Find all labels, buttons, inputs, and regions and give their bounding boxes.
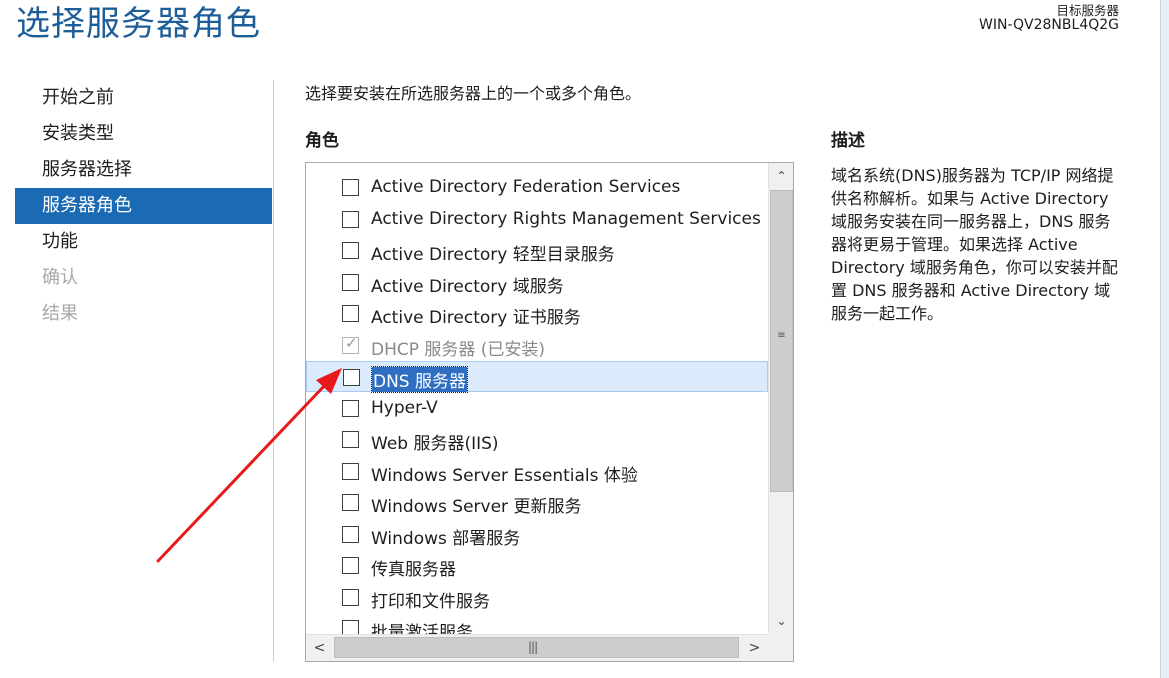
role-label: DNS 服务器 [370, 366, 469, 393]
role-row[interactable]: Active Directory 域服务 [306, 267, 768, 298]
scroll-up-button[interactable]: ⌃ [769, 163, 793, 189]
nav-item-results: 结果 [42, 303, 78, 324]
roles-list-viewport: Active Directory Federation Services Acti… [306, 163, 768, 634]
role-checkbox[interactable] [342, 305, 359, 322]
scroll-down-button[interactable]: ⌄ [769, 608, 793, 634]
role-row: ✓ DHCP 服务器 (已安装) [306, 330, 768, 361]
role-row[interactable]: DNS 服务器 [306, 361, 768, 393]
role-label: Web 服务器(IIS) [371, 434, 499, 454]
role-row[interactable]: Active Directory Federation Services [306, 172, 768, 203]
role-checkbox[interactable] [342, 273, 359, 291]
window-edge [1160, 0, 1169, 678]
role-checkbox[interactable] [342, 179, 359, 196]
nav-item-confirmation: 确认 [42, 267, 78, 288]
role-checkbox[interactable] [342, 210, 359, 228]
role-label: Windows Server 更新服务 [371, 497, 582, 517]
role-label: 打印和文件服务 [371, 591, 490, 612]
role-checkbox[interactable] [342, 494, 359, 511]
role-label: Active Directory Rights Management Servi… [371, 208, 761, 229]
role-label: Active Directory Federation Services [371, 177, 681, 197]
nav-item-before-you-begin[interactable]: 开始之前 [15, 80, 272, 116]
role-label: DHCP 服务器 (已安装) [371, 339, 546, 360]
grip-icon: ≡ [777, 330, 786, 341]
grip-icon: ||| [528, 640, 538, 654]
scrollbar-corner [768, 634, 793, 661]
role-row[interactable]: Web 服务器(IIS) [306, 424, 768, 455]
vertical-scroll-thumb[interactable]: ≡ [770, 190, 793, 492]
scroll-right-button[interactable]: > [741, 635, 768, 661]
role-row[interactable]: Windows 部署服务 [306, 519, 768, 550]
role-label: Windows Server Essentials 体验 [371, 465, 638, 486]
role-label: Windows 部署服务 [371, 528, 521, 549]
role-row[interactable]: 传真服务器 [306, 550, 768, 581]
description-text: 域名系统(DNS)服务器为 TCP/IP 网络提供名称解析。如果与 Active… [831, 166, 1118, 323]
role-row[interactable]: 批量激活服务 [306, 613, 768, 634]
scroll-left-button[interactable]: < [306, 635, 333, 661]
nav-item-server-roles[interactable]: 服务器角色 [15, 188, 272, 224]
checkmark-icon: ✓ [345, 333, 358, 352]
page-title: 选择服务器角色 [16, 4, 261, 44]
wizard-nav: 开始之前 安装类型 服务器选择 服务器角色 功能 确认 结果 [15, 80, 272, 332]
role-checkbox: ✓ [342, 333, 359, 354]
role-row[interactable]: Hyper-V [306, 393, 768, 424]
horizontal-scroll-thumb[interactable]: ||| [334, 637, 739, 658]
vertical-scrollbar[interactable]: ⌃ ≡ ⌄ [768, 163, 793, 634]
role-checkbox[interactable] [342, 588, 359, 606]
role-checkbox[interactable] [342, 399, 359, 417]
target-server-name: WIN-QV28NBL4Q2G [979, 17, 1119, 33]
role-label: 批量激活服务 [371, 623, 473, 634]
role-checkbox[interactable] [342, 242, 359, 259]
role-row[interactable]: Active Directory 轻型目录服务 [306, 235, 768, 266]
role-label: Active Directory 轻型目录服务 [371, 245, 615, 265]
role-label: Hyper-V [371, 397, 438, 418]
instruction-text: 选择要安装在所选服务器上的一个或多个角色。 [305, 84, 642, 103]
nav-item-installation-type[interactable]: 安装类型 [15, 116, 272, 152]
roles-heading: 角色 [305, 131, 339, 151]
role-checkbox[interactable] [343, 369, 360, 386]
role-row[interactable]: Windows Server Essentials 体验 [306, 456, 768, 487]
role-checkbox[interactable] [342, 462, 359, 480]
role-row[interactable]: Active Directory 证书服务 [306, 298, 768, 329]
role-checkbox[interactable] [342, 431, 359, 448]
role-row[interactable]: Active Directory Rights Management Servi… [306, 204, 768, 235]
role-row[interactable]: 打印和文件服务 [306, 582, 768, 613]
role-label: Active Directory 证书服务 [371, 308, 581, 328]
nav-item-server-selection[interactable]: 服务器选择 [15, 152, 272, 188]
horizontal-scrollbar[interactable]: < ||| > [306, 634, 768, 661]
role-label: 传真服务器 [371, 560, 456, 580]
roles-list[interactable]: Active Directory Federation Services Acti… [305, 162, 794, 662]
role-checkbox[interactable] [342, 557, 359, 574]
nav-item-features[interactable]: 功能 [15, 224, 272, 260]
nav-divider [273, 80, 274, 662]
role-row[interactable]: Windows Server 更新服务 [306, 487, 768, 518]
role-label: Active Directory 域服务 [371, 276, 564, 297]
description-heading: 描述 [831, 131, 865, 151]
role-checkbox[interactable] [342, 525, 359, 543]
role-checkbox[interactable] [342, 620, 359, 634]
